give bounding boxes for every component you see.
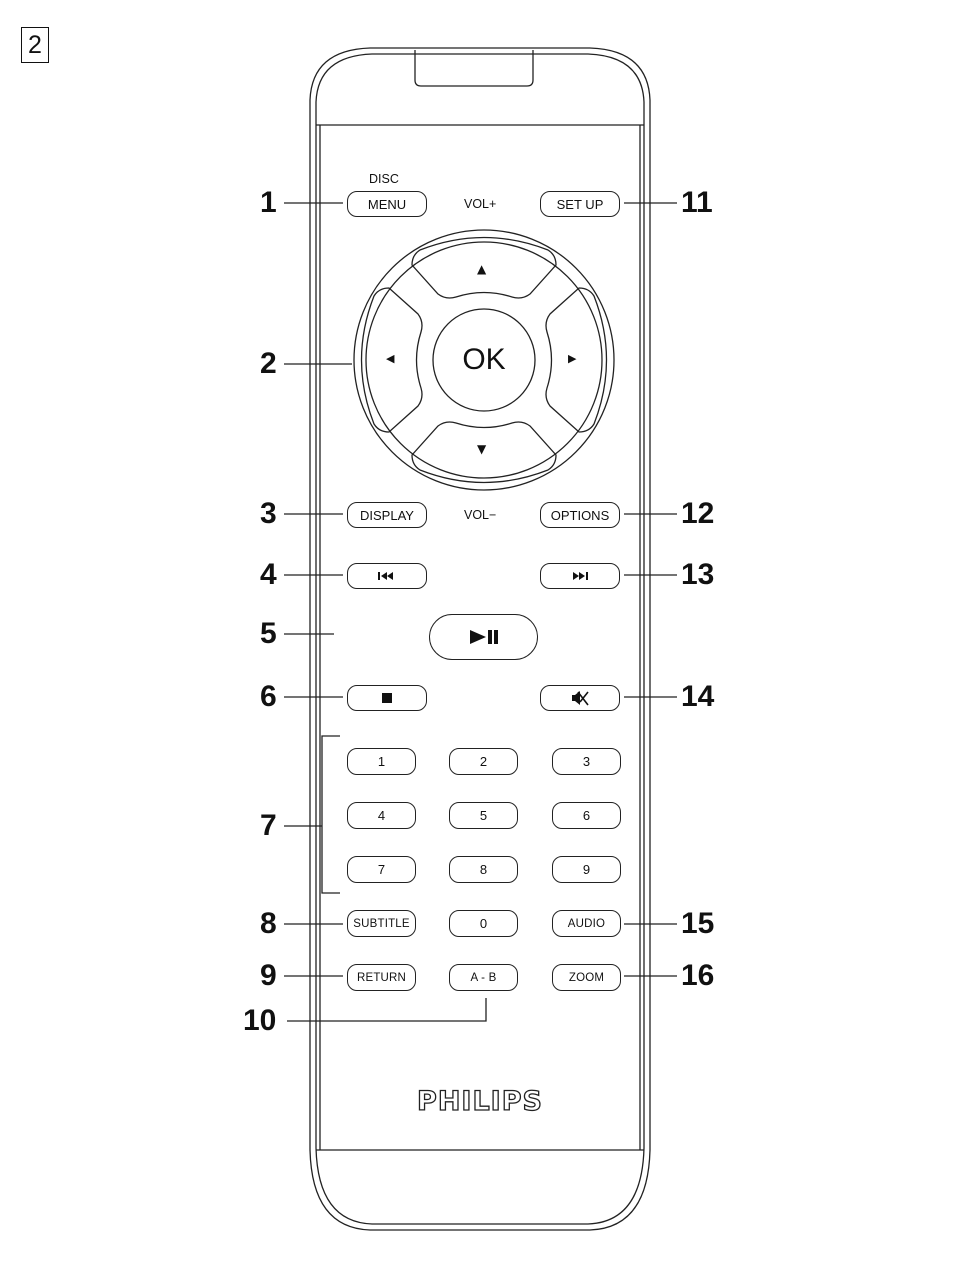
callout-9: 9 — [260, 959, 277, 992]
digit-4-button[interactable]: 4 — [347, 802, 416, 829]
play-pause-button[interactable] — [429, 614, 538, 660]
skip-previous-icon — [378, 572, 393, 580]
callout-10: 10 — [243, 1004, 277, 1037]
disc-menu-button[interactable]: MENU — [347, 191, 427, 217]
callout-3: 3 — [260, 497, 277, 530]
digit-3-button[interactable]: 3 — [552, 748, 621, 775]
ok-button[interactable]: OK — [434, 310, 534, 410]
digit-2-button[interactable]: 2 — [449, 748, 518, 775]
callout-16: 16 — [681, 959, 715, 992]
callout-5: 5 — [260, 617, 277, 650]
nav-right-button[interactable]: ▶ — [568, 352, 576, 365]
next-button[interactable] — [540, 563, 620, 589]
ab-repeat-button[interactable]: A - B — [449, 964, 518, 991]
display-button[interactable]: DISPLAY — [347, 502, 427, 528]
play-pause-icon — [469, 630, 498, 644]
setup-button[interactable]: SET UP — [540, 191, 620, 217]
digit-0-button[interactable]: 0 — [449, 910, 518, 937]
audio-button[interactable]: AUDIO — [552, 910, 621, 937]
ir-window — [414, 50, 534, 87]
options-button[interactable]: OPTIONS — [540, 502, 620, 528]
nav-down-button[interactable]: ▼ — [477, 442, 486, 456]
callout-14: 14 — [681, 680, 715, 713]
digit-8-button[interactable]: 8 — [449, 856, 518, 883]
skip-next-icon — [573, 572, 588, 580]
callout-11: 11 — [681, 186, 713, 219]
digit-7-button[interactable]: 7 — [347, 856, 416, 883]
digit-9-button[interactable]: 9 — [552, 856, 621, 883]
digit-6-button[interactable]: 6 — [552, 802, 621, 829]
vol-plus-label: VOL+ — [464, 197, 497, 211]
stop-icon — [382, 693, 392, 703]
callout-8: 8 — [260, 907, 277, 940]
stop-button[interactable] — [347, 685, 427, 711]
callout-15: 15 — [681, 907, 715, 940]
mute-icon — [572, 691, 589, 706]
zoom-button[interactable]: ZOOM — [552, 964, 621, 991]
return-button[interactable]: RETURN — [347, 964, 416, 991]
digit-1-button[interactable]: 1 — [347, 748, 416, 775]
callout-6: 6 — [260, 680, 277, 713]
digit-5-button[interactable]: 5 — [449, 802, 518, 829]
nav-left-button[interactable]: ◀ — [386, 352, 394, 365]
philips-logo: PHILIPS — [416, 1085, 543, 1117]
nav-up-button[interactable]: ▲ — [477, 262, 486, 276]
previous-button[interactable] — [347, 563, 427, 589]
subtitle-button[interactable]: SUBTITLE — [347, 910, 416, 937]
callout-1: 1 — [260, 186, 277, 219]
callout-2: 2 — [260, 347, 277, 380]
mute-button[interactable] — [540, 685, 620, 711]
callout-4: 4 — [260, 558, 277, 591]
callout-13: 13 — [681, 558, 715, 591]
callout-12: 12 — [681, 497, 715, 530]
vol-minus-label: VOL− — [464, 508, 497, 522]
disc-label: DISC — [369, 172, 399, 186]
callout-7: 7 — [260, 809, 277, 842]
